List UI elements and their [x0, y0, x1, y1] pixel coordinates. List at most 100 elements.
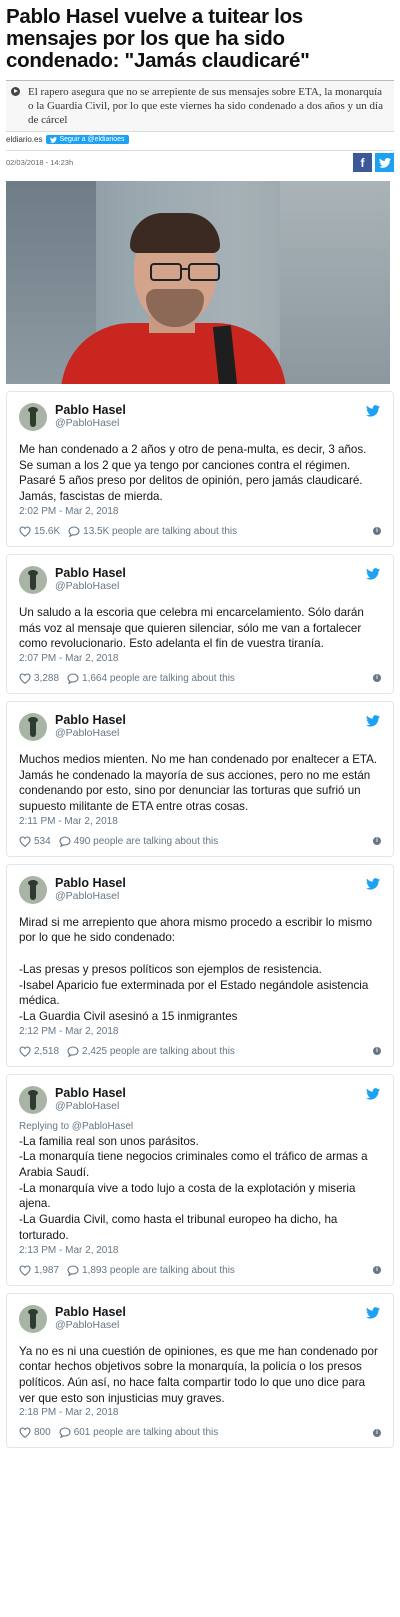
- heart-icon: [19, 1046, 31, 1057]
- conversation-button[interactable]: 1,664 people are talking about this: [67, 673, 235, 684]
- info-icon[interactable]: i: [373, 1047, 381, 1056]
- like-count: 2,518: [34, 1045, 60, 1057]
- author-handle[interactable]: @PabloHasel: [55, 890, 126, 903]
- heart-icon: [19, 673, 31, 684]
- avatar[interactable]: [19, 403, 47, 431]
- avatar[interactable]: [19, 1085, 47, 1114]
- speech-bubble-icon: [59, 836, 71, 847]
- tweet-actions: 534 490 people are talking about this i: [19, 836, 381, 847]
- like-button[interactable]: 534: [19, 836, 51, 847]
- like-count: 534: [34, 835, 51, 847]
- source-row: eldiario.es Seguir a @eldiarioes: [6, 135, 394, 144]
- author-handle[interactable]: @PabloHasel: [55, 727, 126, 740]
- source-name[interactable]: eldiario.es: [6, 135, 42, 144]
- tweet-text: Mirad si me arrepiento que ahora mismo p…: [19, 915, 373, 1023]
- tweet-timestamp[interactable]: 2:18 PM - Mar 2, 2018: [19, 1407, 381, 1418]
- tweet-header: Pablo Hasel @PabloHasel: [19, 565, 381, 595]
- tweet-timestamp[interactable]: 2:11 PM - Mar 2, 2018: [19, 816, 381, 827]
- tweet-header: Pablo Hasel @PabloHasel: [19, 875, 381, 905]
- twitter-bird-icon[interactable]: [366, 877, 380, 890]
- tweet-timestamp[interactable]: 2:12 PM - Mar 2, 2018: [19, 1026, 381, 1037]
- speech-bubble-icon: [67, 1265, 79, 1276]
- tweet-actions: 3,288 1,664 people are talking about thi…: [19, 673, 381, 684]
- conversation-button[interactable]: 13.5K people are talking about this: [68, 526, 237, 537]
- avatar[interactable]: [19, 875, 47, 904]
- tweet-actions: 800 601 people are talking about this i: [19, 1427, 381, 1439]
- tweet-author: Pablo Hasel @PabloHasel: [55, 1086, 126, 1113]
- talking-count: 2,425 people are talking about this: [82, 1045, 235, 1057]
- like-button[interactable]: 3,288: [19, 673, 59, 684]
- share-buttons: f t: [353, 153, 394, 172]
- play-bullet-icon: [11, 87, 20, 96]
- avatar[interactable]: [19, 565, 47, 594]
- info-icon[interactable]: i: [373, 1428, 381, 1437]
- embedded-tweet-5[interactable]: Pablo Hasel @PabloHasel Replying to @Pab…: [6, 1073, 394, 1286]
- twitter-bird-icon[interactable]: [366, 715, 380, 727]
- tweet-timestamp[interactable]: 2:07 PM - Mar 2, 2018: [19, 653, 381, 664]
- like-button[interactable]: 2,518: [19, 1046, 59, 1057]
- author-name[interactable]: Pablo Hasel: [55, 566, 126, 580]
- tweet-text: Un saludo a la escoria que celebra mi en…: [19, 605, 364, 651]
- twitter-bird-icon[interactable]: [366, 1306, 380, 1319]
- tweet-author: Pablo Hasel @PabloHasel: [55, 713, 126, 740]
- like-button[interactable]: 800: [19, 1427, 51, 1438]
- conversation-button[interactable]: 490 people are talking about this: [59, 836, 218, 847]
- conversation-button[interactable]: 601 people are talking about this: [59, 1427, 219, 1439]
- author-name[interactable]: Pablo Hasel: [55, 1305, 126, 1319]
- twitter-bird-icon[interactable]: [366, 1087, 380, 1100]
- heart-icon: [19, 1265, 31, 1276]
- summary-text: El rapero asegura que no se arrepiente d…: [28, 86, 383, 126]
- speech-bubble-icon: [59, 1427, 71, 1439]
- tweet-author: Pablo Hasel @PabloHasel: [55, 1305, 126, 1332]
- like-count: 1,987: [34, 1264, 60, 1276]
- embedded-tweet-6[interactable]: Pablo Hasel @PabloHasel Ya no es ni una …: [6, 1292, 394, 1449]
- tweet-timestamp[interactable]: 2:02 PM - Mar 2, 2018: [19, 506, 381, 517]
- facebook-share-button[interactable]: f: [353, 153, 372, 172]
- like-count: 15.6K: [34, 525, 61, 537]
- embedded-tweet-2[interactable]: Pablo Hasel @PabloHasel Un saludo a la e…: [6, 553, 394, 694]
- author-name[interactable]: Pablo Hasel: [55, 876, 126, 890]
- embedded-tweet-4[interactable]: Pablo Hasel @PabloHasel Mirad si me arre…: [6, 863, 394, 1067]
- article-date: 02/03/2018 - 14:23h: [6, 158, 74, 167]
- author-handle[interactable]: @PabloHasel: [55, 1319, 126, 1332]
- follow-button[interactable]: Seguir a @eldiarioes: [46, 135, 129, 144]
- tweet-text: Ya no es ni una cuestión de opiniones, e…: [19, 1344, 378, 1405]
- author-handle[interactable]: @PabloHasel: [55, 417, 126, 430]
- article-photo: [6, 181, 390, 384]
- author-handle[interactable]: @PabloHasel: [55, 1100, 126, 1113]
- twitter-bird-icon[interactable]: [366, 405, 380, 417]
- article-summary: El rapero asegura que no se arrepiente d…: [6, 80, 394, 132]
- embedded-tweet-1[interactable]: Pablo Hasel @PabloHasel Me han condenado…: [6, 391, 394, 547]
- heart-icon: [19, 526, 31, 537]
- tweet-list: Pablo Hasel @PabloHasel Me han condenado…: [0, 391, 400, 1449]
- info-icon[interactable]: i: [373, 674, 381, 683]
- info-icon[interactable]: i: [373, 1266, 381, 1275]
- like-button[interactable]: 15.6K: [19, 526, 60, 537]
- tweet-header: Pablo Hasel @PabloHasel: [19, 1304, 381, 1334]
- avatar[interactable]: [19, 1304, 47, 1333]
- tweet-header: Pablo Hasel @PabloHasel: [19, 1085, 381, 1115]
- article-header: Pablo Hasel vuelve a tuitear los mensaje…: [0, 0, 400, 384]
- reply-to-label[interactable]: Replying to @PabloHasel: [19, 1121, 381, 1132]
- twitter-bird-icon[interactable]: [366, 567, 380, 580]
- heart-icon: [19, 1427, 31, 1439]
- info-icon[interactable]: i: [373, 837, 381, 846]
- author-name[interactable]: Pablo Hasel: [55, 404, 126, 417]
- conversation-button[interactable]: 2,425 people are talking about this: [67, 1046, 235, 1057]
- conversation-button[interactable]: 1,893 people are talking about this: [67, 1265, 235, 1276]
- talking-count: 601 people are talking about this: [73, 1427, 219, 1439]
- tweet-timestamp[interactable]: 2:13 PM - Mar 2, 2018: [19, 1245, 381, 1256]
- twitter-share-button[interactable]: t: [375, 153, 394, 172]
- facebook-icon: f: [360, 155, 365, 170]
- info-icon[interactable]: i: [373, 527, 381, 536]
- like-button[interactable]: 1,987: [19, 1265, 59, 1276]
- tweet-text: -La familia real son unos parásitos. -La…: [19, 1134, 368, 1242]
- author-name[interactable]: Pablo Hasel: [55, 1086, 126, 1100]
- embedded-tweet-3[interactable]: Pablo Hasel @PabloHasel Muchos medios mi…: [6, 700, 394, 857]
- tweet-actions: 1,987 1,893 people are talking about thi…: [19, 1265, 381, 1276]
- author-name[interactable]: Pablo Hasel: [55, 713, 126, 727]
- avatar[interactable]: [19, 712, 47, 741]
- author-handle[interactable]: @PabloHasel: [55, 580, 126, 593]
- tweet-text: Me han condenado a 2 años y otro de pena…: [19, 443, 367, 504]
- tweet-actions: 15.6K 13.5K people are talking about thi…: [19, 526, 381, 537]
